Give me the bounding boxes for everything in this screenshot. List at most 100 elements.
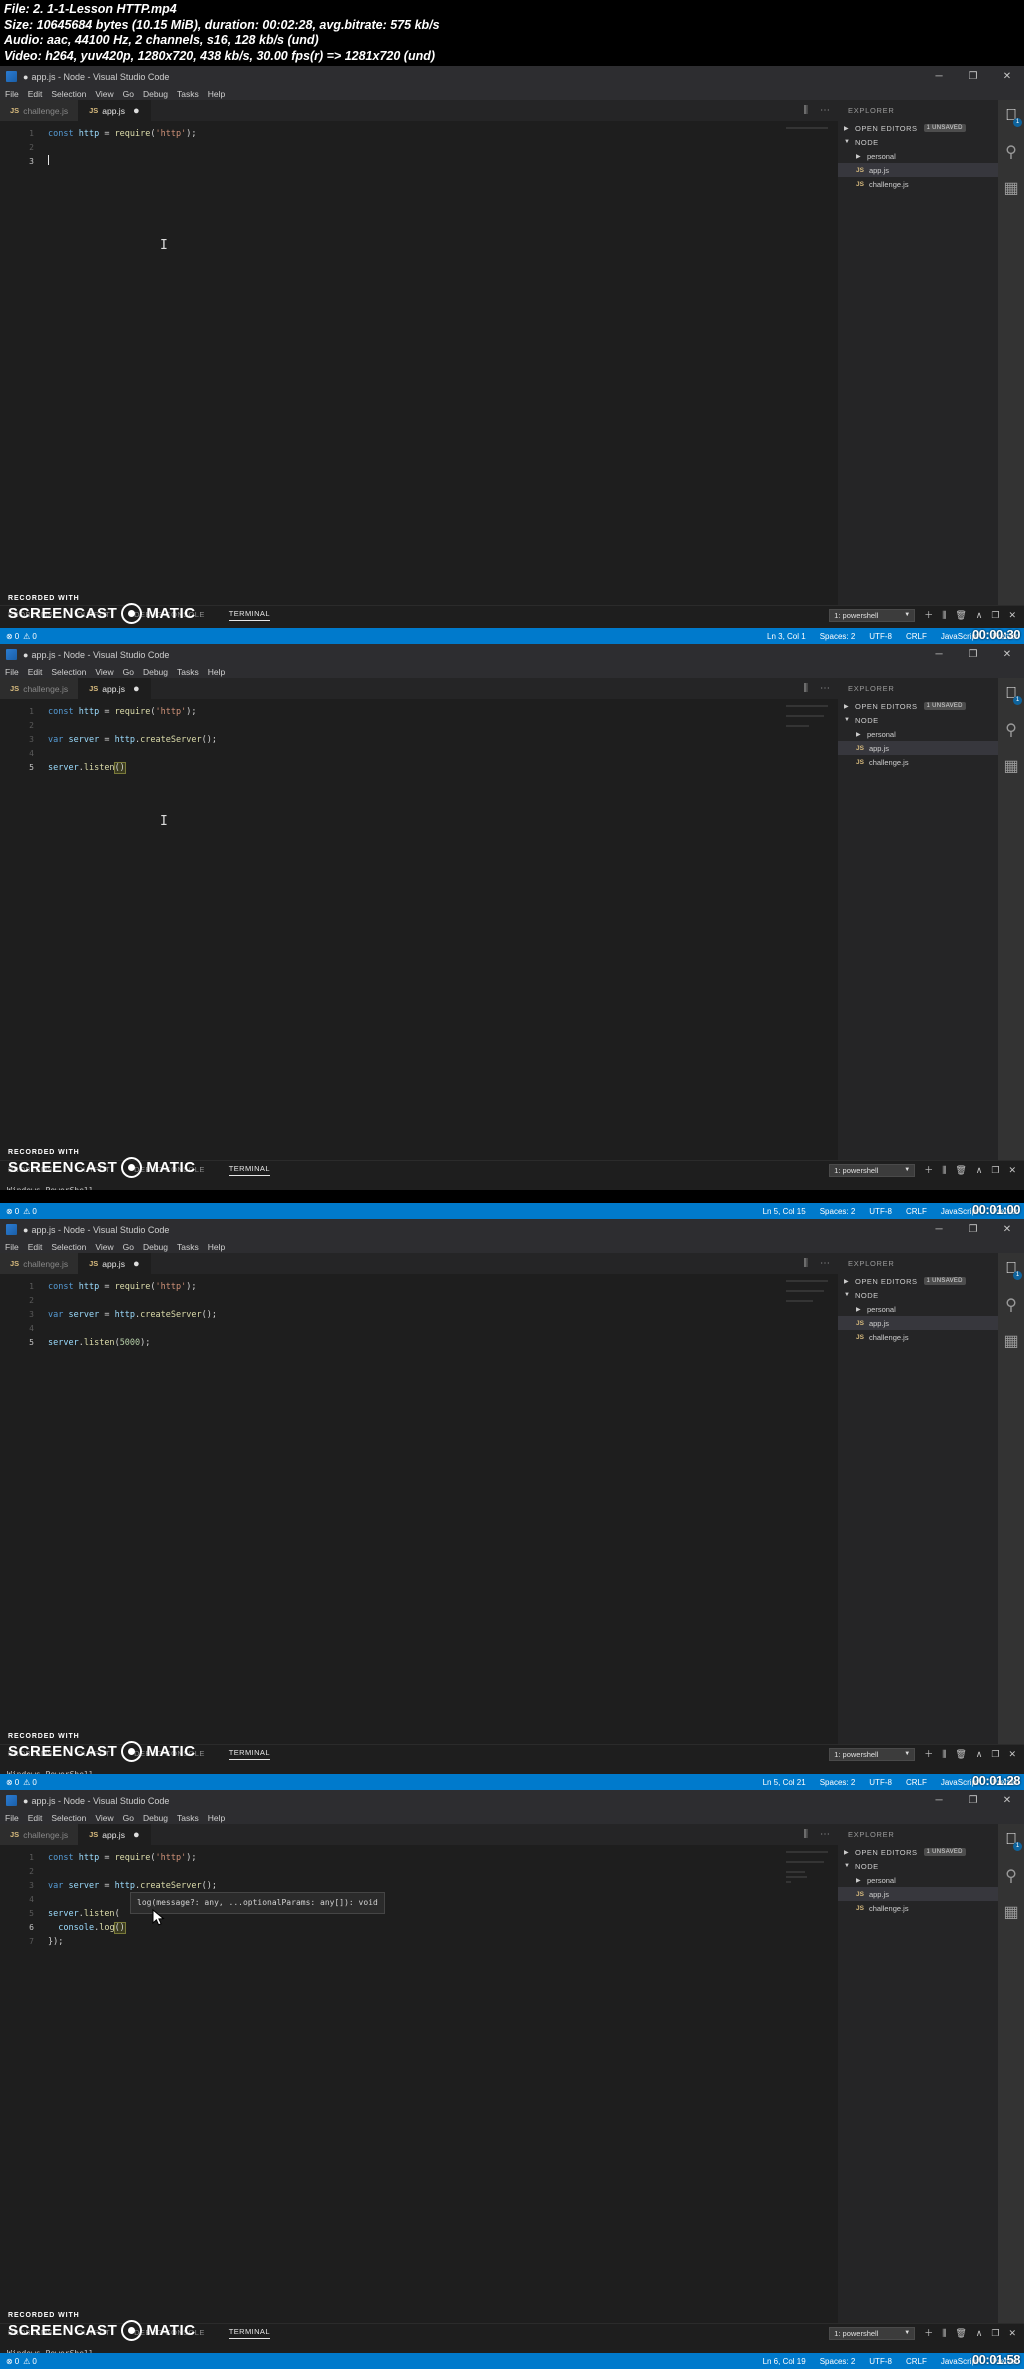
menu-item-go[interactable]: Go: [123, 1813, 134, 1823]
close-button[interactable]: ✕: [990, 66, 1024, 87]
sidebar-section-node[interactable]: ▼ NODE: [838, 135, 998, 149]
encoding[interactable]: UTF-8: [869, 2357, 892, 2366]
eol[interactable]: CRLF: [906, 2357, 927, 2366]
sidebar-section-node[interactable]: ▼ NODE: [838, 1288, 998, 1302]
panel-tab-terminal[interactable]: TERMINAL: [228, 1748, 270, 1760]
menu-item-view[interactable]: View: [95, 667, 113, 677]
menu-item-go[interactable]: Go: [123, 667, 134, 677]
minimap[interactable]: [786, 127, 828, 142]
menu-item-view[interactable]: View: [95, 1242, 113, 1252]
more-actions-icon[interactable]: ⋯: [820, 105, 830, 116]
panel-tab-terminal[interactable]: TERMINAL: [228, 1164, 270, 1176]
terminal-output-2[interactable]: Windows PowerShell Copyright (C) Microso…: [0, 1179, 1024, 1190]
menu-item-file[interactable]: File: [5, 1813, 19, 1823]
menu-item-help[interactable]: Help: [208, 89, 225, 99]
more-actions-icon[interactable]: ⋯: [820, 1258, 830, 1269]
toggle-panel-icon[interactable]: ❐: [991, 1165, 999, 1175]
terminal-selector[interactable]: 1: powershell ▼: [829, 1747, 916, 1761]
sidebar-item-challenge-js[interactable]: JS challenge.js: [838, 1901, 998, 1915]
menu-item-go[interactable]: Go: [123, 89, 134, 99]
maximize-panel-icon[interactable]: ∧: [976, 1165, 983, 1175]
extensions-icon[interactable]: ▦: [998, 177, 1024, 199]
extensions-icon[interactable]: ▦: [998, 1330, 1024, 1352]
menu-item-debug[interactable]: Debug: [143, 1242, 168, 1252]
split-terminal-icon[interactable]: ⫼: [942, 2328, 946, 2338]
new-terminal-icon[interactable]: ＋: [924, 1749, 933, 1759]
cursor-position[interactable]: Ln 6, Col 19: [763, 2357, 806, 2366]
sidebar-section-open-editors[interactable]: ▶ OPEN EDITORS 1 UNSAVED: [838, 699, 998, 713]
eol[interactable]: CRLF: [906, 632, 927, 641]
new-terminal-icon[interactable]: ＋: [924, 1165, 933, 1175]
terminal-output-4[interactable]: Windows PowerShell Copyright (C) Microso…: [0, 2342, 1024, 2353]
maximize-button[interactable]: ❐: [956, 1219, 990, 1240]
code-editor-1[interactable]: 1 const http = require('http'); 2 3 I: [0, 121, 838, 547]
errors-indicator[interactable]: ⊗ 0: [6, 2357, 19, 2366]
tab-challenge-js[interactable]: JS challenge.js: [0, 678, 80, 699]
menu-item-selection[interactable]: Selection: [51, 89, 86, 99]
sidebar-item-app-js[interactable]: JS app.js: [838, 1316, 998, 1330]
tab-challenge-js[interactable]: JS challenge.js: [0, 100, 80, 121]
sidebar-item-challenge-js[interactable]: JS challenge.js: [838, 1330, 998, 1344]
menu-item-debug[interactable]: Debug: [143, 89, 168, 99]
split-editor-icon[interactable]: ⫼: [803, 1829, 808, 1840]
sidebar-item-personal[interactable]: ▶ personal: [838, 727, 998, 741]
tab-app-js[interactable]: JS app.js ●: [79, 1824, 151, 1845]
menu-item-help[interactable]: Help: [208, 1242, 225, 1252]
panel-tab-terminal[interactable]: TERMINAL: [228, 2327, 270, 2339]
sidebar-item-personal[interactable]: ▶ personal: [838, 1873, 998, 1887]
menu-item-tasks[interactable]: Tasks: [177, 1242, 199, 1252]
toggle-panel-icon[interactable]: ❐: [991, 2328, 999, 2338]
tab-challenge-js[interactable]: JS challenge.js: [0, 1824, 80, 1845]
tab-app-js[interactable]: JS app.js ●: [79, 678, 151, 699]
code-editor-4[interactable]: 1 const http = require('http'); 2 3 var se…: [0, 1845, 838, 2266]
menu-item-selection[interactable]: Selection: [51, 667, 86, 677]
menu-item-help[interactable]: Help: [208, 1813, 225, 1823]
menu-item-edit[interactable]: Edit: [28, 667, 43, 677]
indentation[interactable]: Spaces: 2: [820, 632, 856, 641]
kill-terminal-icon[interactable]: 🗑: [955, 2328, 966, 2338]
tab-challenge-js[interactable]: JS challenge.js: [0, 1253, 80, 1274]
split-terminal-icon[interactable]: ⫼: [942, 1165, 946, 1175]
encoding[interactable]: UTF-8: [869, 632, 892, 641]
sidebar-item-app-js[interactable]: JS app.js: [838, 1887, 998, 1901]
indentation[interactable]: Spaces: 2: [820, 2357, 856, 2366]
maximize-panel-icon[interactable]: ∧: [976, 610, 983, 620]
minimap[interactable]: [786, 1280, 828, 1305]
indentation[interactable]: Spaces: 2: [820, 1778, 856, 1787]
toggle-panel-icon[interactable]: ❐: [991, 1749, 999, 1759]
cursor-position[interactable]: Ln 5, Col 15: [763, 1207, 806, 1216]
minimize-button[interactable]: ─: [922, 644, 956, 665]
close-panel-icon[interactable]: ✕: [1008, 2328, 1016, 2338]
encoding[interactable]: UTF-8: [869, 1207, 892, 1216]
close-button[interactable]: ✕: [990, 1790, 1024, 1811]
sidebar-section-open-editors[interactable]: ▶ OPEN EDITORS 1 UNSAVED: [838, 121, 998, 135]
encoding[interactable]: UTF-8: [869, 1778, 892, 1787]
menu-item-debug[interactable]: Debug: [143, 1813, 168, 1823]
maximize-panel-icon[interactable]: ∧: [976, 1749, 983, 1759]
sidebar-item-challenge-js[interactable]: JS challenge.js: [838, 755, 998, 769]
menu-item-file[interactable]: File: [5, 1242, 19, 1252]
menu-item-tasks[interactable]: Tasks: [177, 89, 199, 99]
maximize-button[interactable]: ❐: [956, 1790, 990, 1811]
terminal-output-3[interactable]: Windows PowerShell Copyright (C) Microso…: [0, 1763, 1024, 1774]
kill-terminal-icon[interactable]: 🗑: [955, 610, 966, 620]
errors-indicator[interactable]: ⊗ 0: [6, 1207, 19, 1216]
menu-item-selection[interactable]: Selection: [51, 1242, 86, 1252]
sidebar-section-open-editors[interactable]: ▶ OPEN EDITORS 1 UNSAVED: [838, 1845, 998, 1859]
sidebar-item-app-js[interactable]: JS app.js: [838, 163, 998, 177]
extensions-icon[interactable]: ▦: [998, 1901, 1024, 1923]
close-panel-icon[interactable]: ✕: [1008, 610, 1016, 620]
minimize-button[interactable]: ─: [922, 1219, 956, 1240]
sidebar-item-app-js[interactable]: JS app.js: [838, 741, 998, 755]
menu-item-go[interactable]: Go: [123, 1242, 134, 1252]
code-editor-3[interactable]: 1 const http = require('http'); 2 3 var se…: [0, 1274, 838, 1687]
close-button[interactable]: ✕: [990, 1219, 1024, 1240]
split-editor-icon[interactable]: ⫼: [803, 1258, 808, 1269]
more-actions-icon[interactable]: ⋯: [820, 683, 830, 694]
split-terminal-icon[interactable]: ⫼: [942, 610, 946, 620]
menu-item-tasks[interactable]: Tasks: [177, 667, 199, 677]
close-panel-icon[interactable]: ✕: [1008, 1749, 1016, 1759]
maximize-panel-icon[interactable]: ∧: [976, 2328, 983, 2338]
search-icon[interactable]: ⚲: [998, 141, 1024, 163]
menu-item-debug[interactable]: Debug: [143, 667, 168, 677]
